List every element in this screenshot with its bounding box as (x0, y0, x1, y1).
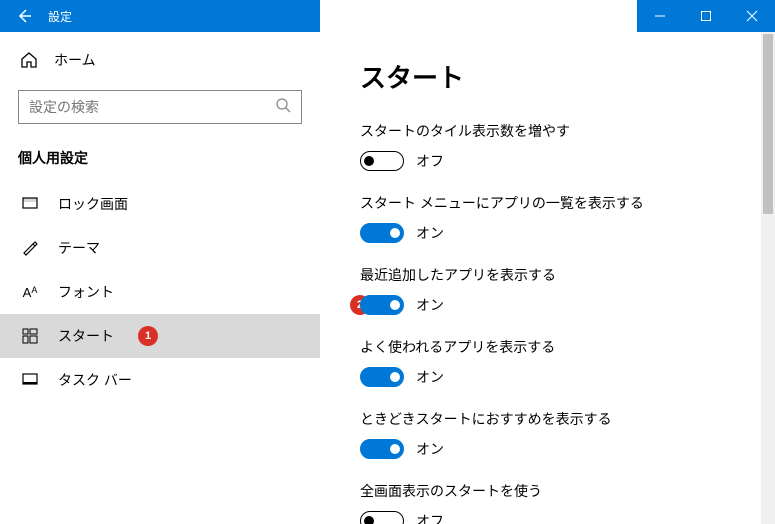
sidebar: ホーム 個人用設定 ロック画面 テーマ AA フォント (0, 32, 320, 524)
scrollbar[interactable] (761, 32, 775, 524)
close-button[interactable] (729, 0, 775, 32)
annotation-badge-1: 1 (138, 326, 158, 346)
setting-label: ときどきスタートにおすすめを表示する (360, 409, 735, 429)
sidebar-item-label: フォント (58, 282, 114, 302)
maximize-icon (700, 10, 712, 22)
setting-label: スタート メニューにアプリの一覧を表示する (360, 193, 735, 213)
setting-fullscreen-start: 全画面表示のスタートを使う オフ (360, 481, 735, 524)
toggle-suggestions[interactable] (360, 439, 404, 459)
search-input[interactable] (29, 99, 275, 115)
setting-label: 最近追加したアプリを表示する (360, 265, 735, 285)
app-body: ホーム 個人用設定 ロック画面 テーマ AA フォント (0, 32, 775, 524)
sidebar-item-label: スタート (58, 326, 114, 346)
toggle-state: オン (416, 295, 444, 315)
toggle-state: オン (416, 223, 444, 243)
search-box[interactable] (18, 90, 302, 124)
sidebar-item-font[interactable]: AA フォント (0, 270, 320, 314)
titlebar: 設定 (0, 0, 775, 32)
toggle-state: オフ (416, 151, 444, 171)
toggle-app-list[interactable] (360, 223, 404, 243)
toggle-state: オン (416, 367, 444, 387)
toggle-recent-apps[interactable] (360, 295, 404, 315)
back-button[interactable] (0, 0, 48, 32)
section-header: 個人用設定 (0, 142, 320, 182)
sidebar-item-label: タスク バー (58, 370, 132, 390)
home-icon (20, 51, 38, 69)
sidebar-item-theme[interactable]: テーマ (0, 226, 320, 270)
main-content: スタート スタートのタイル表示数を増やす オフ スタート メニューにアプリの一覧… (320, 32, 775, 524)
setting-recent-apps: 最近追加したアプリを表示する 2 オン (360, 265, 735, 315)
toggle-state: オン (416, 439, 444, 459)
setting-label: スタートのタイル表示数を増やす (360, 121, 735, 141)
theme-icon (20, 239, 40, 257)
sidebar-item-start[interactable]: スタート 1 (0, 314, 320, 358)
toggle-more-tiles[interactable] (360, 151, 404, 171)
setting-most-used: よく使われるアプリを表示する オン (360, 337, 735, 387)
setting-label: 全画面表示のスタートを使う (360, 481, 735, 501)
font-icon: AA (20, 285, 40, 300)
window-title: 設定 (48, 8, 72, 25)
maximize-button[interactable] (683, 0, 729, 32)
toggle-most-used[interactable] (360, 367, 404, 387)
taskbar-icon (20, 371, 40, 389)
toggle-fullscreen-start[interactable] (360, 511, 404, 524)
search-icon (275, 97, 291, 118)
sidebar-item-label: テーマ (58, 238, 100, 258)
setting-more-tiles: スタートのタイル表示数を増やす オフ (360, 121, 735, 171)
sidebar-item-label: ロック画面 (58, 194, 128, 214)
scrollbar-thumb[interactable] (763, 34, 773, 214)
titlebar-whitespace (320, 0, 637, 32)
setting-label: よく使われるアプリを表示する (360, 337, 735, 357)
setting-app-list: スタート メニューにアプリの一覧を表示する オン (360, 193, 735, 243)
start-icon (20, 327, 40, 345)
titlebar-left: 設定 (0, 0, 320, 32)
minimize-icon (654, 10, 666, 22)
setting-suggestions: ときどきスタートにおすすめを表示する オン (360, 409, 735, 459)
arrow-left-icon (16, 8, 32, 24)
page-title: スタート (360, 58, 735, 95)
close-icon (746, 10, 758, 22)
minimize-button[interactable] (637, 0, 683, 32)
sidebar-item-lockscreen[interactable]: ロック画面 (0, 182, 320, 226)
lockscreen-icon (20, 195, 40, 213)
sidebar-item-taskbar[interactable]: タスク バー (0, 358, 320, 402)
home-nav[interactable]: ホーム (0, 32, 320, 78)
toggle-state: オフ (416, 511, 444, 524)
home-label: ホーム (54, 50, 96, 70)
